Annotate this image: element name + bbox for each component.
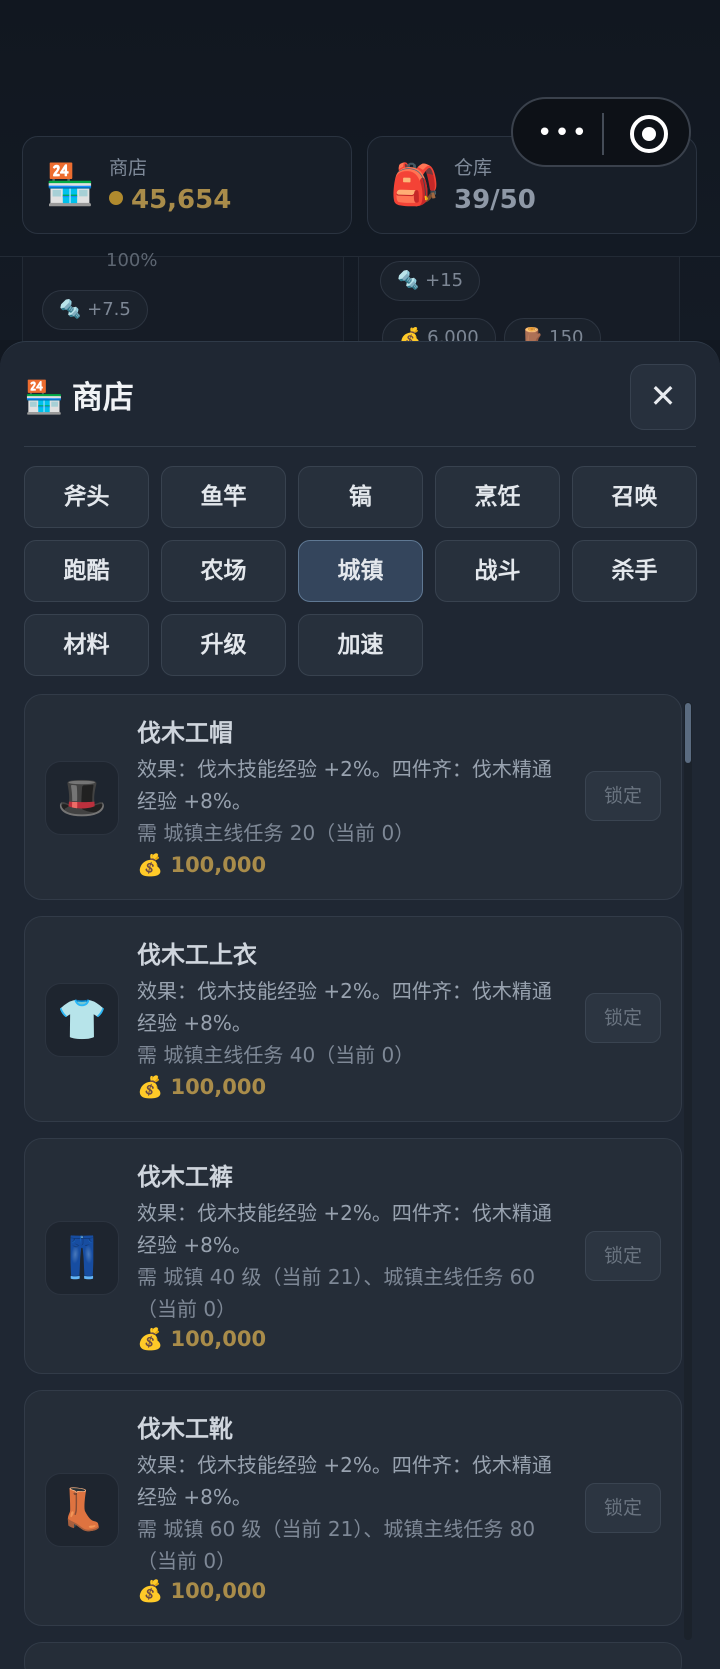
background-left-pill: 🔩 +7.5 <box>42 290 148 330</box>
category-town[interactable]: 城镇 <box>298 540 423 602</box>
background-right-pill: 🔩 +15 <box>380 261 481 301</box>
category-assassin[interactable]: 杀手 <box>572 540 697 602</box>
locked-button[interactable]: 锁定 <box>585 771 661 821</box>
item-description: 效果：伐木技能经验 +2%。四件齐：伐木精通经验 +8%。 <box>137 757 552 813</box>
tshirt-icon: 👕 <box>45 983 119 1057</box>
item-description: 效果：伐木技能经验 +2%。四件齐：伐木精通经验 +8%。 <box>137 979 552 1035</box>
item-price: 💰 100,000 <box>137 1579 267 1603</box>
background-percent: 100% <box>106 250 158 271</box>
locked-button[interactable]: 锁定 <box>585 1231 661 1281</box>
shop-item-lumberjack-pants: 👖 伐木工裤 效果：伐木技能经验 +2%。四件齐：伐木精通经验 +8%。 需 城… <box>24 1138 682 1374</box>
item-description: 效果：伐木技能经验 +2%。四件齐：伐木精通经验 +8%。 <box>137 1453 552 1509</box>
item-price: 💰 100,000 <box>137 1327 267 1351</box>
boot-icon: 👢 <box>45 1473 119 1547</box>
jeans-icon: 👖 <box>45 1221 119 1295</box>
modal-title: 🏪 商店 <box>24 372 134 417</box>
shop-stat-card[interactable]: 🏪 商店 45,654 <box>22 136 352 234</box>
category-combat[interactable]: 战斗 <box>435 540 560 602</box>
shop-item-next <box>24 1642 682 1669</box>
item-requirement: 需 城镇 60 级（当前 21）、城镇主线任务 80（当前 0） <box>137 1517 536 1573</box>
coin-balance-value: 45,654 <box>131 185 232 215</box>
category-pickaxe[interactable]: 镐 <box>298 466 423 528</box>
item-description: 效果：伐木技能经验 +2%。四件齐：伐木精通经验 +8%。 <box>137 1201 552 1257</box>
shop-item-lumberjack-shirt: 👕 伐木工上衣 效果：伐木技能经验 +2%。四件齐：伐木精通经验 +8%。 需 … <box>24 916 682 1122</box>
shop-icon: 🏪 <box>45 162 95 208</box>
category-materials[interactable]: 材料 <box>24 614 149 676</box>
item-requirement: 需 城镇 40 级（当前 21）、城镇主线任务 60（当前 0） <box>137 1265 536 1321</box>
category-summon[interactable]: 召唤 <box>572 466 697 528</box>
category-upgrade[interactable]: 升级 <box>161 614 286 676</box>
modal-divider <box>24 446 696 447</box>
capsule-divider <box>602 113 604 155</box>
coin-icon <box>109 191 123 205</box>
item-price: 💰 100,000 <box>137 1075 267 1099</box>
scrollbar-track[interactable] <box>684 702 692 1640</box>
warehouse-capacity: 39/50 <box>454 185 536 215</box>
scrollbar-thumb[interactable] <box>685 703 691 763</box>
top-hat-icon: 🎩 <box>45 761 119 835</box>
item-name: 伐木工靴 <box>137 1415 233 1443</box>
category-parkour[interactable]: 跑酷 <box>24 540 149 602</box>
coin-balance: 45,654 <box>109 185 231 215</box>
modal-title-text: 商店 <box>71 380 134 416</box>
close-program-icon[interactable] <box>630 115 668 153</box>
more-menu-icon[interactable]: ••• <box>537 120 589 146</box>
category-cooking[interactable]: 烹饪 <box>435 466 560 528</box>
item-name: 伐木工帽 <box>137 719 233 747</box>
item-name: 伐木工上衣 <box>137 941 257 969</box>
mini-program-capsule: ••• <box>511 97 691 167</box>
shop-item-lumberjack-hat: 🎩 伐木工帽 效果：伐木技能经验 +2%。四件齐：伐木精通经验 +8%。 需 城… <box>24 694 682 900</box>
item-price: 💰 100,000 <box>137 853 267 877</box>
category-farm[interactable]: 农场 <box>161 540 286 602</box>
close-button[interactable]: ✕ <box>630 364 696 430</box>
warehouse-stat-label: 仓库 <box>454 157 493 179</box>
item-requirement: 需 城镇主线任务 20（当前 0） <box>137 821 415 845</box>
store-icon: 🏪 <box>24 378 64 416</box>
shop-stat-label: 商店 <box>109 157 148 179</box>
item-name: 伐木工裤 <box>137 1163 233 1191</box>
category-speedup[interactable]: 加速 <box>298 614 423 676</box>
category-fishing-rod[interactable]: 鱼竿 <box>161 466 286 528</box>
shop-item-lumberjack-boots: 👢 伐木工靴 效果：伐木技能经验 +2%。四件齐：伐木精通经验 +8%。 需 城… <box>24 1390 682 1626</box>
locked-button[interactable]: 锁定 <box>585 1483 661 1533</box>
backpack-icon: 🎒 <box>390 162 440 208</box>
locked-button[interactable]: 锁定 <box>585 993 661 1043</box>
category-axe[interactable]: 斧头 <box>24 466 149 528</box>
item-requirement: 需 城镇主线任务 40（当前 0） <box>137 1043 415 1067</box>
